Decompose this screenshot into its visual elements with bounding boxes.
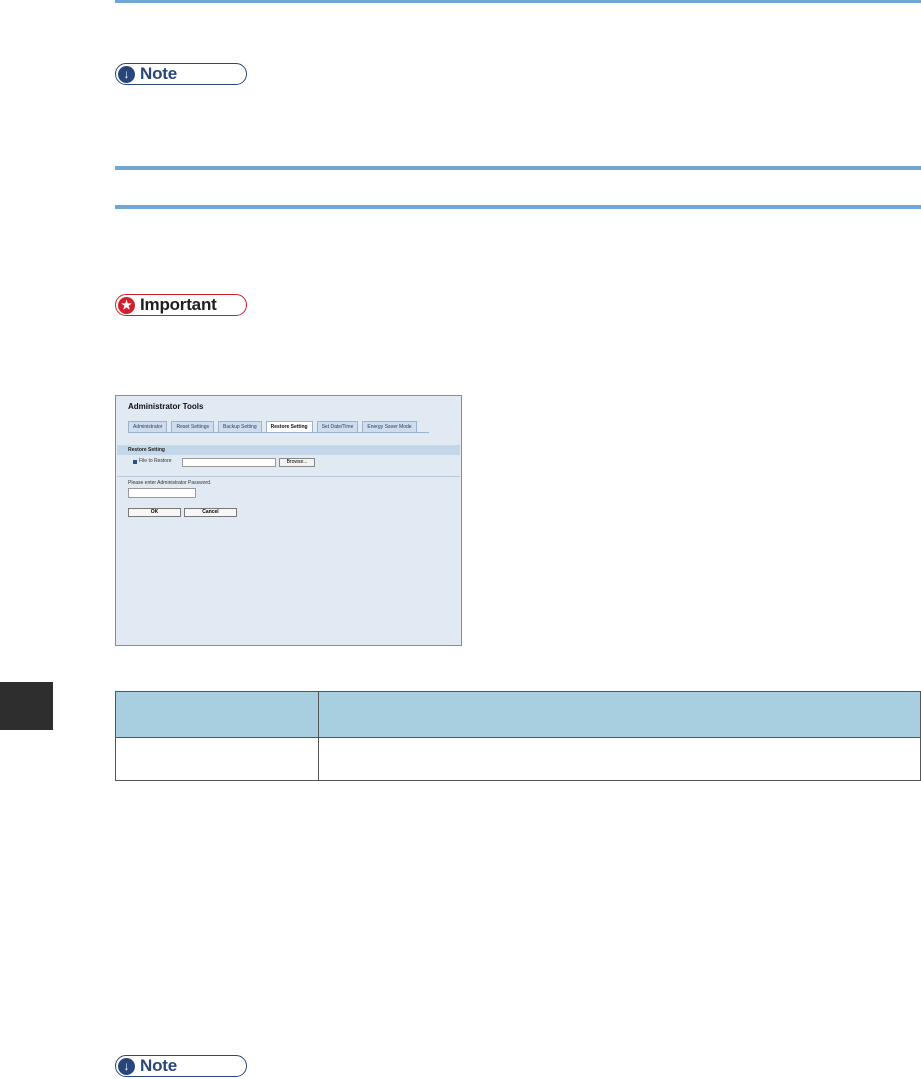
browse-button[interactable]: Browse... [279, 458, 315, 467]
important-label: Important [140, 295, 217, 314]
table-cell [115, 737, 319, 781]
note-badge-bottom: ↓ Note [115, 1055, 247, 1077]
star-icon: ★ [118, 296, 135, 314]
arrow-down-icon: ↓ [118, 1057, 135, 1075]
admin-tools-screenshot: Administrator Tools Administrator Reset … [115, 395, 462, 646]
section-rule-top [115, 166, 921, 170]
tab-underline [128, 432, 429, 433]
table-header-cell [318, 691, 921, 738]
note-label: Note [140, 64, 177, 83]
password-input[interactable] [128, 488, 196, 498]
cancel-button[interactable]: Cancel [184, 508, 237, 517]
screenshot-title: Administrator Tools [128, 402, 204, 411]
file-to-restore-label: File to Restore [139, 458, 172, 464]
file-to-restore-input[interactable] [182, 458, 276, 467]
important-badge: ★ Important [115, 294, 247, 316]
section-rule-bottom [115, 205, 921, 209]
password-label: Please enter Administrator Password. [128, 480, 212, 486]
arrow-down-icon: ↓ [118, 65, 135, 83]
chapter-side-tab [0, 682, 53, 730]
bullet-square-icon [133, 460, 137, 464]
section-title: Restore Setting [128, 447, 165, 453]
table-row [115, 737, 921, 781]
section-header-bar [117, 445, 460, 455]
table-cell [318, 737, 921, 781]
top-rule [115, 0, 921, 3]
note-label-bottom: Note [140, 1056, 177, 1075]
table-header-row [115, 691, 921, 738]
note-badge: ↓ Note [115, 63, 247, 85]
section-divider [117, 476, 460, 477]
ok-button[interactable]: OK [128, 508, 181, 517]
table-header-cell [115, 691, 319, 738]
settings-table [115, 691, 921, 781]
